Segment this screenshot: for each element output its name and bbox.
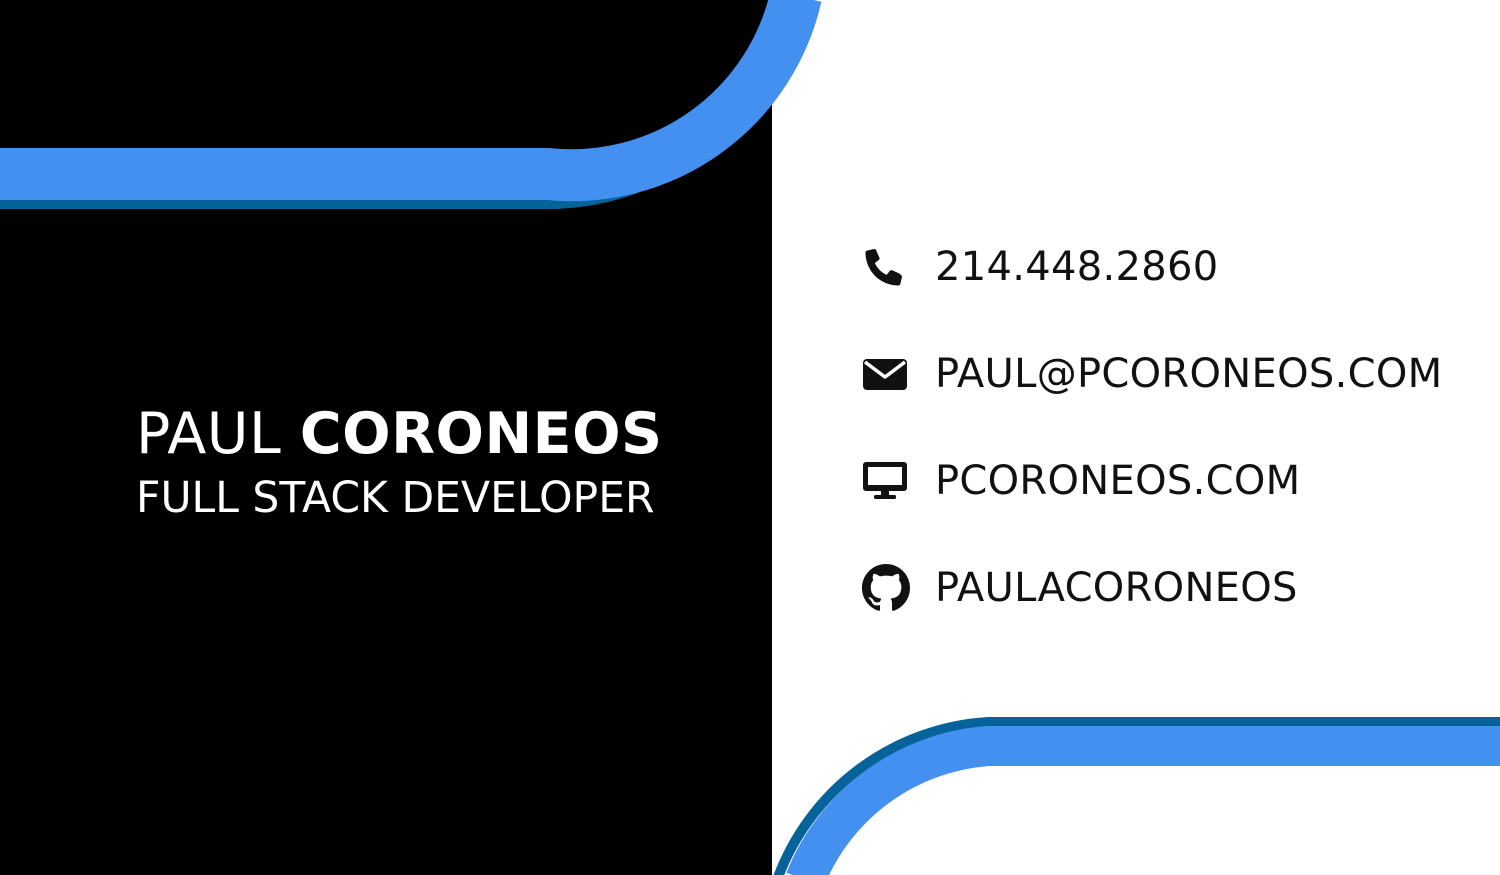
identity-block: PAUL CORONEOS FULL STACK DEVELOPER [136,398,676,528]
bottom-swoosh-band [786,726,1500,875]
email-address[interactable]: PAUL@PCORONEOS.COM [935,351,1442,397]
github-username[interactable]: PAULACORONEOS [935,565,1298,611]
contact-email: PAUL@PCORONEOS.COM [862,343,1482,405]
phone-icon [862,243,910,291]
contact-phone: 214.448.2860 [862,236,1482,298]
first-name: PAUL [136,401,282,467]
website-url[interactable]: PCORONEOS.COM [935,458,1300,504]
desktop-icon [862,457,910,505]
full-name: PAUL CORONEOS [136,398,676,470]
phone-number[interactable]: 214.448.2860 [935,244,1219,290]
last-name: CORONEOS [299,401,663,467]
github-icon [862,564,910,612]
contact-github: PAULACORONEOS [862,557,1482,619]
envelope-icon [862,350,910,398]
business-card: PAUL CORONEOS FULL STACK DEVELOPER 214.4… [0,0,1500,875]
contact-list: 214.448.2860 PAUL@PCORONEOS.COM PCORONEO… [862,236,1482,619]
contact-website: PCORONEOS.COM [862,450,1482,512]
top-swoosh-band [0,0,822,202]
job-title: FULL STACK DEVELOPER [136,474,655,523]
